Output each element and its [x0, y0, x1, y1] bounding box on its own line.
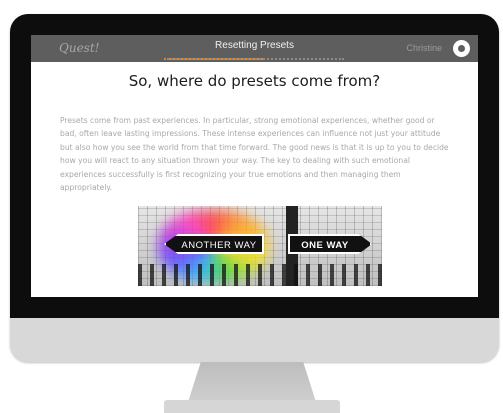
monitor-stand-neck — [188, 362, 316, 402]
user-avatar-icon[interactable] — [453, 40, 470, 57]
one-way-sign: ONE WAY — [288, 234, 372, 254]
street-sign-image: ANOTHER WAY ONE WAY — [138, 206, 382, 286]
fence-graphic — [138, 264, 382, 286]
lesson-progress-bar — [164, 56, 344, 60]
user-name[interactable]: Christine — [406, 43, 442, 53]
monitor-stand-base — [164, 400, 340, 413]
lesson-progress-fill — [164, 56, 263, 60]
page-heading: So, where do presets come from? — [128, 72, 381, 90]
app-screen: Quest! Resetting Presets Christine So, w… — [31, 35, 478, 297]
app-header: Quest! Resetting Presets Christine — [31, 35, 478, 62]
another-way-sign: ANOTHER WAY — [164, 234, 264, 254]
lesson-paragraph: Presets come from past experiences. In p… — [60, 116, 449, 193]
